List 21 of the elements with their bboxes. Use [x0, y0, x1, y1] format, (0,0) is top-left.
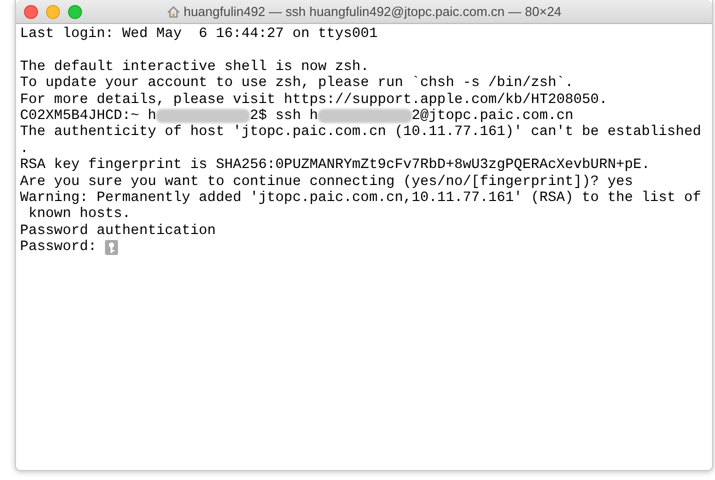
terminal-line: Warning: Permanently added 'jtopc.paic.com.cn,10.11.77.161' (RSA) to the list of — [20, 190, 702, 206]
terminal-line: . — [20, 140, 29, 158]
terminal-line: To update your account to use zsh, please run `chsh -s /bin/zsh`. — [20, 75, 574, 92]
window-title: huangfulin492 — ssh huangfulin492@jtopc.paic.com.cn — 80×24 — [184, 4, 562, 19]
terminal-line: Password: — [20, 239, 98, 256]
terminal-line: For more details, please visit https://support.apple.com/kb/HT208050. — [20, 92, 608, 108]
terminal-line: Password authentication — [20, 222, 216, 240]
terminal-line: The authenticity of host 'jtopc.paic.com.cn (10.11.77.161)' can't be established — [20, 124, 702, 141]
zoom-button[interactable] — [68, 4, 82, 18]
terminal-text: 2@jtopc.paic.com.cn — [412, 108, 574, 124]
terminal-line: Last login: Wed May 6 16:44:27 on ttys001 — [20, 26, 378, 42]
house-icon — [166, 6, 180, 18]
key-cursor-icon — [105, 240, 118, 255]
terminal-line: RSA key fingerprint is SHA256:0PUZMANRYmZt9cFv7RbD+8wU3zgPQERAcXevbURN+pE. — [20, 157, 650, 174]
terminal-text: 2$ ssh h — [250, 108, 318, 124]
close-button[interactable] — [24, 4, 38, 18]
terminal-line: known hosts. — [28, 206, 131, 223]
terminal-text: C02XM5B4JHCD:~ h — [20, 108, 156, 124]
terminal-line: The default interactive shell is now zsh. — [20, 58, 370, 76]
minimize-button[interactable] — [46, 4, 60, 18]
terminal-line: Are you sure you want to continue connecting (yes/no/[fingerprint])? yes — [20, 174, 633, 190]
